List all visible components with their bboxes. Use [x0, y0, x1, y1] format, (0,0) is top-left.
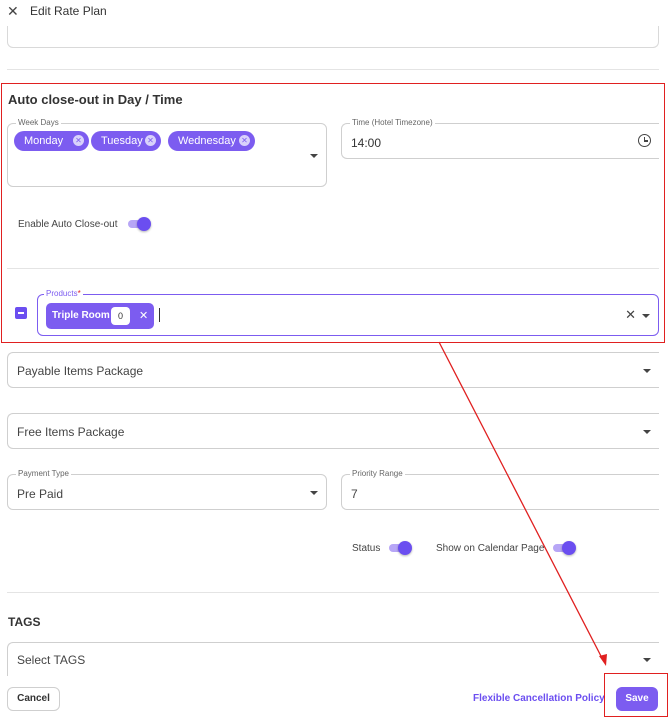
annotation-highlight-box — [1, 83, 665, 343]
chevron-down-icon[interactable] — [643, 658, 651, 662]
dialog-header: ✕ Edit Rate Plan — [0, 0, 670, 24]
cancel-button[interactable]: Cancel — [7, 687, 60, 711]
dialog-title: Edit Rate Plan — [30, 4, 107, 18]
priority-range-label: Priority Range — [350, 469, 405, 479]
chevron-down-icon[interactable] — [643, 369, 651, 373]
tags-title: TAGS — [8, 615, 41, 629]
chevron-down-icon[interactable] — [643, 430, 651, 434]
payable-items-select[interactable]: Payable Items Package — [7, 352, 659, 388]
show-on-calendar-toggle[interactable] — [552, 541, 576, 555]
free-items-label: Free Items Package — [17, 425, 125, 439]
priority-range-field[interactable]: Priority Range 7 — [341, 469, 659, 510]
free-items-select[interactable]: Free Items Package — [7, 413, 659, 449]
chevron-down-icon[interactable] — [310, 491, 318, 495]
divider — [7, 592, 659, 593]
payment-type-value: Pre Paid — [17, 487, 64, 501]
previous-field[interactable] — [7, 26, 659, 48]
payable-items-label: Payable Items Package — [17, 364, 144, 378]
divider — [7, 69, 659, 70]
payment-type-label: Payment Type — [16, 469, 71, 479]
flexible-cancellation-policy-link[interactable]: Flexible Cancellation Policy — [473, 693, 605, 704]
close-icon[interactable]: ✕ — [7, 4, 19, 18]
toggle-knob — [398, 541, 412, 555]
show-on-calendar-label: Show on Calendar Page — [436, 543, 545, 554]
status-label: Status — [352, 543, 381, 554]
toggle-knob — [562, 541, 576, 555]
status-toggle[interactable] — [388, 541, 412, 555]
priority-range-value: 7 — [351, 487, 358, 501]
annotation-highlight-box — [604, 673, 668, 717]
tags-placeholder: Select TAGS — [17, 653, 86, 667]
payment-type-select[interactable]: Payment Type Pre Paid — [7, 469, 327, 510]
tags-select[interactable]: Select TAGS — [7, 642, 659, 676]
